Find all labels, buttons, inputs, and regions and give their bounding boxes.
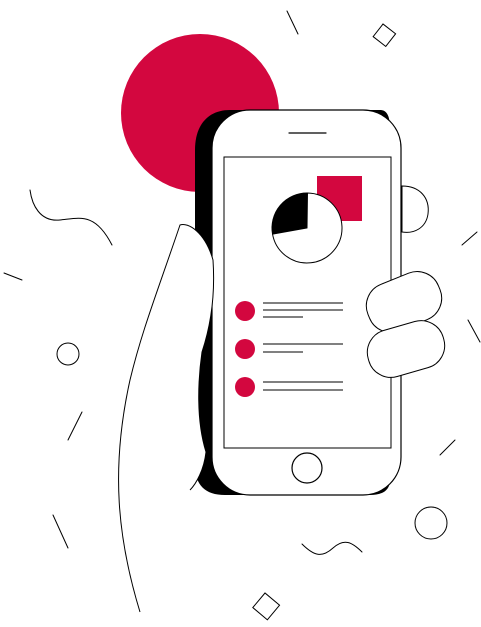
confetti-dash xyxy=(3,272,23,281)
squiggle-left xyxy=(29,189,113,246)
confetti-square xyxy=(372,23,397,48)
confetti-square xyxy=(252,592,281,621)
illustration xyxy=(0,0,481,627)
confetti-dash xyxy=(52,514,69,549)
confetti-dash xyxy=(461,231,478,246)
list-bullet xyxy=(235,301,255,321)
illustration-svg xyxy=(3,10,481,621)
home-button xyxy=(291,452,323,484)
hand-palm xyxy=(118,223,215,613)
confetti-dash xyxy=(286,10,299,35)
confetti-dash xyxy=(67,411,83,441)
pie-chart xyxy=(271,192,343,264)
confetti-dash xyxy=(467,319,481,343)
list-bullet xyxy=(235,339,255,359)
finger-back xyxy=(401,185,429,233)
confetti-circle xyxy=(414,506,448,540)
confetti-dash xyxy=(439,439,456,456)
squiggle-bottom xyxy=(301,541,363,555)
list-bullet xyxy=(235,377,255,397)
confetti-circle xyxy=(56,342,80,366)
